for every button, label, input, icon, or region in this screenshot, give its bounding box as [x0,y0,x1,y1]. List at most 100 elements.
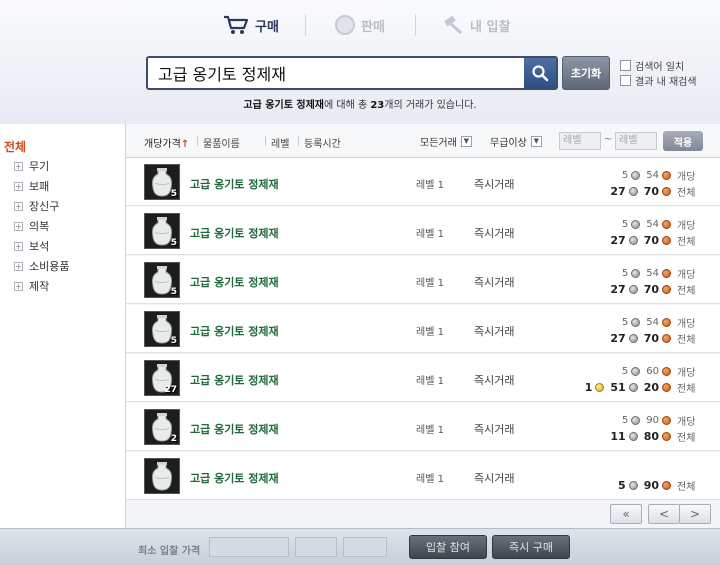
sort-name[interactable]: 물품이름 [203,135,240,150]
item-level: 레벨 1 [416,376,444,387]
min-bid-label: 최소 입찰 가격 [138,546,201,557]
item-level: 레벨 1 [416,474,444,485]
listing-row[interactable]: 2 고급 옹기토 정제재 레벨 1 즉시거래 5 90 개당 11 80 전체 [126,403,720,451]
copper-coin-icon [662,383,671,392]
total-copper: 70 [643,234,659,247]
bid-gold-input[interactable] [209,537,289,557]
listing-row[interactable]: 5 고급 옹기토 정제재 레벨 1 즉시거래 5 54 개당 27 70 전체 [126,256,720,304]
copper-coin-icon [662,481,671,490]
silver-coin-icon [631,269,641,278]
stack-count: 5 [170,336,177,346]
total-label: 전체 [677,482,696,493]
copper-coin-icon [662,285,671,294]
total-price: 11 80 전체 [610,429,703,444]
category-weapon[interactable]: + 무기 [14,158,49,174]
category-consumable[interactable]: + 소비용품 [14,258,69,274]
chevron-down-icon[interactable]: ▼ [530,136,542,147]
expand-icon[interactable]: + [14,201,23,211]
total-copper: 70 [643,332,659,345]
unit-silver: 5 [621,317,629,328]
result-suffix: 개의 거래가 있습니다. [384,100,477,111]
stack-count: 2 [170,434,177,444]
total-silver: 27 [610,185,626,198]
total-label: 전체 [677,335,696,346]
sort-level[interactable]: 레벨 [271,135,289,150]
unit-copper: 90 [646,415,659,426]
trade-type: 즉시거래 [474,178,515,191]
page-first-button[interactable]: « [610,504,642,524]
expand-icon[interactable]: + [14,281,23,291]
total-price: 5 90 전체 [618,478,703,493]
item-name: 고급 옹기토 정제재 [190,325,279,338]
tab-buy[interactable]: 구매 [223,15,279,35]
exact-match-checkbox[interactable] [620,60,631,71]
expand-icon[interactable]: + [14,181,23,191]
page-prev-button[interactable]: < [648,504,680,524]
copper-coin-icon [662,416,671,425]
level-min-input[interactable]: 레벨 [559,132,601,150]
total-label: 전체 [677,286,696,297]
unit-label: 개당 [677,417,696,428]
tab-sell[interactable]: 판매 [335,15,385,35]
buy-now-button[interactable]: 즉시 구매 [492,535,570,559]
silver-coin-icon [628,481,638,490]
apply-button[interactable]: 적용 [663,131,703,151]
grade-dropdown[interactable]: 무급이상 ▼ [490,134,542,149]
search-input[interactable] [148,58,524,88]
listing-row[interactable]: 5 고급 옹기토 정제재 레벨 1 즉시거래 5 54 개당 27 70 전체 [126,305,720,353]
unit-label: 개당 [677,172,696,183]
search-icon [532,65,549,82]
grade-value: 무급이상 [490,138,527,149]
category-bopae[interactable]: + 보패 [14,178,49,194]
level-max-input[interactable]: 레벨 [615,132,657,150]
category-label: 무기 [29,160,50,173]
bid-button[interactable]: 입찰 참여 [409,535,487,559]
expand-icon[interactable]: + [14,161,23,171]
total-label: 전체 [677,237,696,248]
category-gem[interactable]: + 보석 [14,238,49,254]
item-icon: 5 [144,311,180,347]
total-copper: 70 [643,185,659,198]
category-clothing[interactable]: + 의복 [14,218,49,234]
listing-row[interactable]: 고급 옹기토 정제재 레벨 1 즉시거래 5 90 전체 [126,452,720,500]
item-icon: 5 [144,213,180,249]
sort-bar: 개당가격↑ 물품이름 레벨 등록시간 모든거래 ▼ 무급이상 ▼ 레벨 ~ 레벨… [126,124,720,158]
gavel-icon [442,15,464,35]
search-options: 검색어 일치 결과 내 재검색 [620,58,697,88]
listing-row[interactable]: 5 고급 옹기토 정제재 레벨 1 즉시거래 5 54 개당 27 70 전체 [126,158,720,206]
listing-panel: 개당가격↑ 물품이름 레벨 등록시간 모든거래 ▼ 무급이상 ▼ 레벨 ~ 레벨… [126,124,720,528]
page-next-button[interactable]: > [679,504,711,524]
bid-copper-input[interactable] [343,537,387,557]
expand-icon[interactable]: + [14,221,23,231]
search-button[interactable] [524,58,556,88]
search-within-option[interactable]: 결과 내 재검색 [620,73,697,88]
tab-my-bids[interactable]: 내 입찰 [442,15,510,35]
category-accessory[interactable]: + 장신구 [14,198,59,214]
chevron-down-icon[interactable]: ▼ [460,136,472,147]
expand-icon[interactable]: + [14,241,23,251]
reset-button[interactable]: 초기화 [562,56,610,90]
listing-row[interactable]: 5 고급 옹기토 정제재 레벨 1 즉시거래 5 54 개당 27 70 전체 [126,207,720,255]
unit-copper: 54 [646,317,659,328]
item-name: 고급 옹기토 정제재 [190,423,279,436]
item-name: 고급 옹기토 정제재 [190,276,279,289]
sort-unit-price[interactable]: 개당가격↑ [144,135,189,150]
trade-type: 즉시거래 [474,276,515,289]
bid-silver-input[interactable] [295,537,337,557]
search-within-checkbox[interactable] [620,75,631,86]
result-count: 23 [370,100,385,111]
expand-icon[interactable]: + [14,261,23,271]
trade-type-dropdown[interactable]: 모든거래 ▼ [420,134,472,149]
unit-silver: 5 [621,415,629,426]
category-label: 제작 [29,280,50,293]
item-level: 레벨 1 [416,180,444,191]
listing-row[interactable]: 27 고급 옹기토 정제재 레벨 1 즉시거래 5 60 개당 1 51 20 전체 [126,354,720,402]
sort-time[interactable]: 등록시간 [304,135,341,150]
category-crafting[interactable]: + 제작 [14,278,49,294]
category-label: 소비용품 [29,260,70,273]
category-all[interactable]: 전체 [4,138,26,155]
silver-coin-icon [628,432,638,441]
exact-match-option[interactable]: 검색어 일치 [620,58,697,73]
copper-coin-icon [662,187,671,196]
total-price: 27 70 전체 [610,184,703,199]
